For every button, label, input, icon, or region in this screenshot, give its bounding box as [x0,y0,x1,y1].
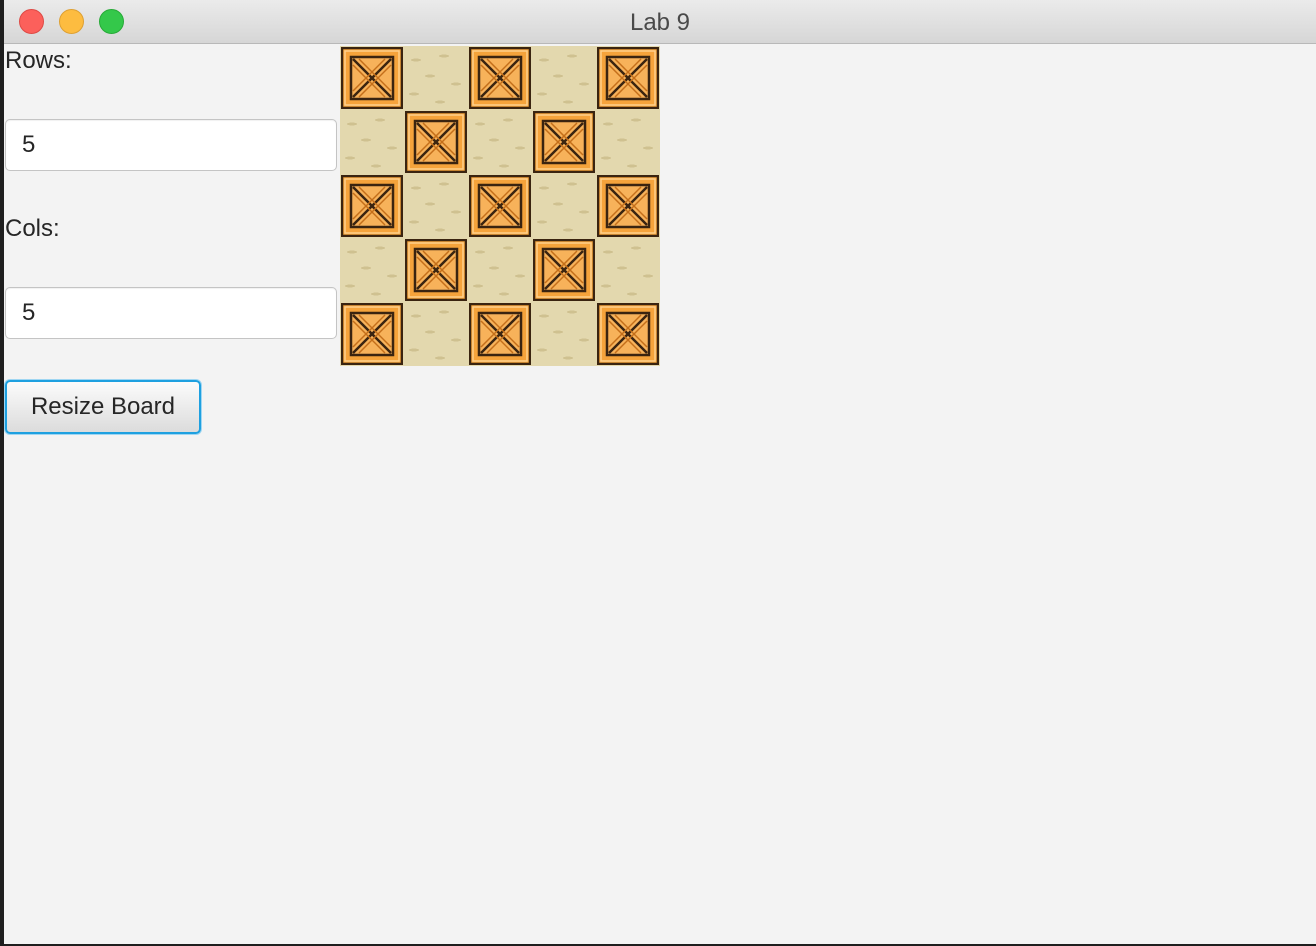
board-cell-crate[interactable] [596,174,660,238]
crate-icon [597,47,659,109]
board-cell-crate[interactable] [468,46,532,110]
board-cell-crate[interactable] [468,174,532,238]
title-bar: Lab 9 [4,0,1316,44]
board-cell-sand[interactable] [596,110,660,174]
crate-icon [341,47,403,109]
board-cell-sand[interactable] [532,302,596,366]
game-board [340,46,660,366]
main-content: Rows: Cols: Resize Board [4,44,1316,944]
resize-board-button[interactable]: Resize Board [5,380,201,434]
crate-icon [597,303,659,365]
board-cell-sand[interactable] [596,238,660,302]
board-cell-sand[interactable] [404,46,468,110]
crate-icon [405,239,467,301]
rows-input[interactable] [5,119,337,171]
board-cell-sand[interactable] [468,238,532,302]
crate-icon [469,303,531,365]
board-cell-sand[interactable] [340,110,404,174]
crate-icon [597,175,659,237]
crate-icon [341,175,403,237]
crate-icon [533,239,595,301]
board-cell-sand[interactable] [404,302,468,366]
board-cell-crate[interactable] [340,302,404,366]
board-cell-crate[interactable] [596,302,660,366]
crate-icon [533,111,595,173]
board-cell-crate[interactable] [340,174,404,238]
board-cell-sand[interactable] [468,110,532,174]
board-cell-crate[interactable] [404,238,468,302]
board-cell-crate[interactable] [404,110,468,174]
board-cell-crate[interactable] [340,46,404,110]
window-title: Lab 9 [629,9,691,36]
crate-icon [405,111,467,173]
app-window: Lab 9 Rows: Cols: Resize Board [0,0,1316,946]
board-cell-sand[interactable] [404,174,468,238]
board-cell-crate[interactable] [596,46,660,110]
board-cell-sand[interactable] [532,174,596,238]
board-cell-crate[interactable] [532,110,596,174]
crate-icon [341,303,403,365]
board-cell-sand[interactable] [340,238,404,302]
cols-input[interactable] [5,287,337,339]
board-cell-crate[interactable] [468,302,532,366]
board-cell-sand[interactable] [532,46,596,110]
cols-label: Cols: [5,215,60,242]
crate-icon [469,47,531,109]
crate-icon [469,175,531,237]
rows-label: Rows: [5,47,72,74]
board-cell-crate[interactable] [532,238,596,302]
